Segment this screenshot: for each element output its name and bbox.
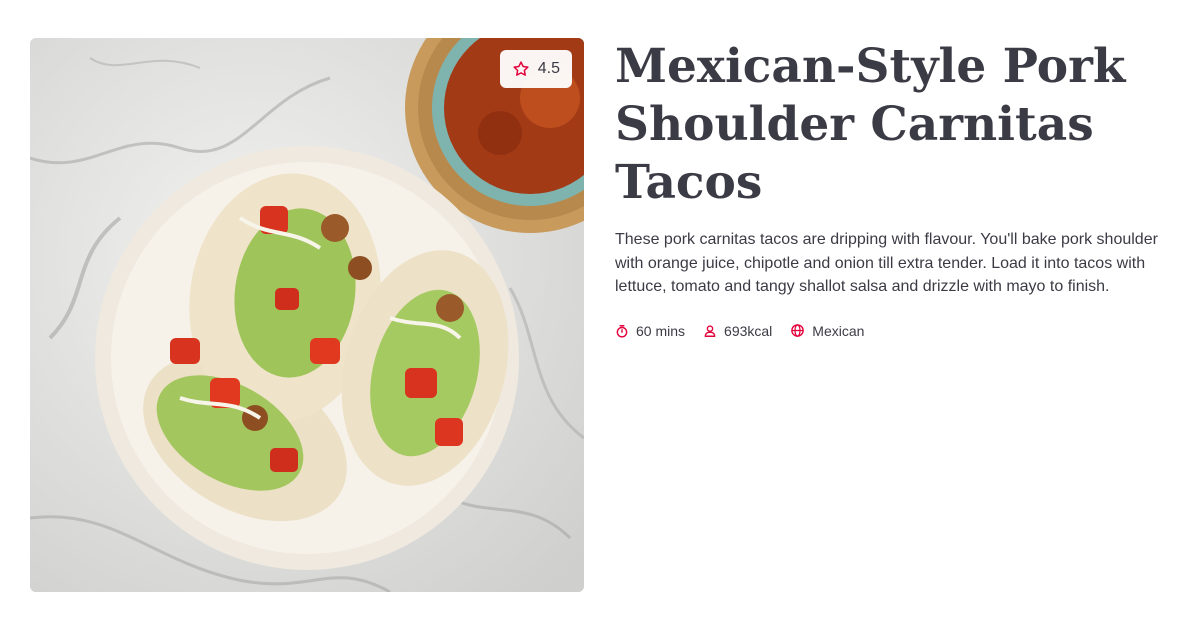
stopwatch-icon (615, 324, 629, 338)
meta-time: 60 mins (615, 323, 685, 339)
recipe-title: Mexican-Style Pork Shoulder Carnitas Tac… (615, 39, 1126, 210)
recipe-details: Mexican-Style Pork Shoulder Carnitas Tac… (615, 38, 1170, 339)
star-icon (512, 60, 530, 78)
meta-calories-label: 693kcal (724, 322, 773, 339)
rating-badge[interactable]: 4.5 (499, 50, 572, 88)
rating-value: 4.5 (537, 60, 560, 77)
meta-calories: 693kcal (703, 323, 772, 339)
globe-icon (790, 323, 805, 338)
recipe-image[interactable]: 4.5 (30, 38, 584, 592)
person-icon (703, 324, 717, 338)
recipe-meta: 60 mins 693kcal Mexican (615, 323, 1170, 339)
recipe-description: These pork carnitas tacos are dripping w… (615, 231, 1158, 295)
recipe-card: 4.5 Mexican-Style Pork Shoulder Carnitas… (0, 0, 1200, 630)
meta-cuisine: Mexican (790, 323, 864, 339)
meta-cuisine-label: Mexican (812, 322, 865, 339)
meta-time-label: 60 mins (636, 322, 686, 339)
